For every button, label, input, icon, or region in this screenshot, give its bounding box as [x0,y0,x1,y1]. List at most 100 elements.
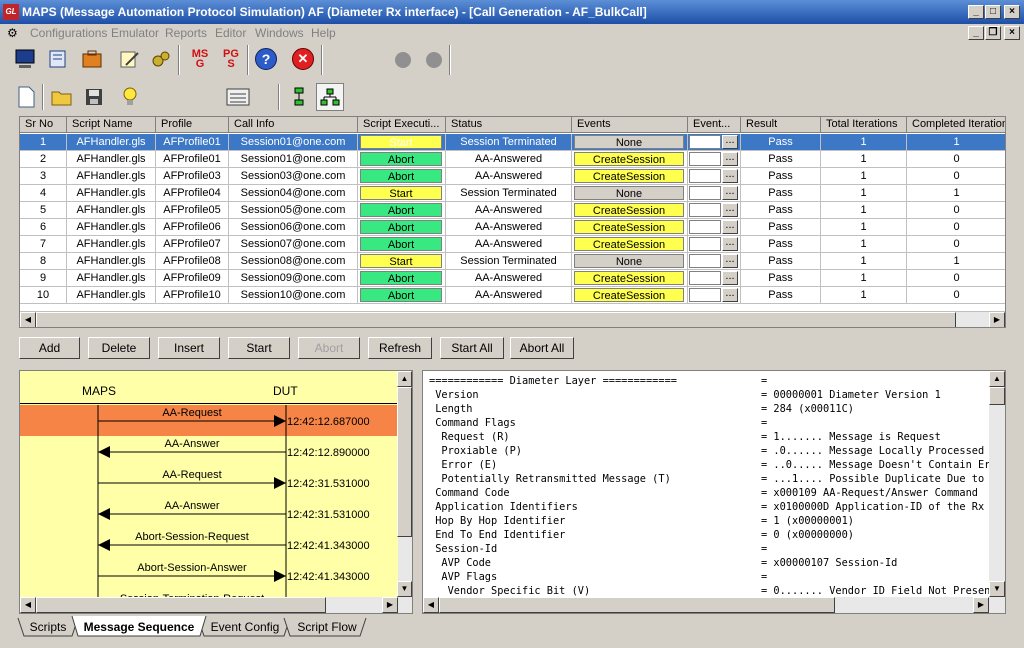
delete-button[interactable]: Delete [88,337,150,359]
lightbulb-icon[interactable] [116,83,144,111]
sequence-horizontal-scrollbar[interactable]: ◀ ▶ [20,597,412,613]
event-select-button[interactable]: CreateSession [574,237,684,251]
abort-script-button[interactable]: Abort [360,271,442,285]
event-detail-field[interactable] [689,186,721,200]
tab-script-flow[interactable]: Script Flow [292,618,362,638]
close-window-button[interactable]: × [1004,5,1020,19]
col-completed-iterations[interactable]: Completed Iterations [907,117,1005,133]
decode-field[interactable]: Length [429,402,472,416]
event-browse-button[interactable]: ... [722,186,738,200]
event-detail-field[interactable] [689,288,721,302]
event-browse-button[interactable]: ... [722,254,738,268]
decode-field[interactable]: Command Flags [429,416,516,430]
event-detail-field[interactable] [689,271,721,285]
event-browse-button[interactable]: ... [722,135,738,149]
table-row[interactable]: 3 AFHandler.gls AFProfile03 Session03@one.c… [20,168,1005,185]
save-icon[interactable] [80,83,108,111]
menu-emulator[interactable]: Emulator [111,26,159,40]
monitor-icon[interactable] [11,45,39,73]
help-icon[interactable]: ? [252,45,280,73]
event-detail-field[interactable] [689,254,721,268]
event-browse-button[interactable]: ... [722,169,738,183]
event-browse-button[interactable]: ... [722,288,738,302]
event-detail-field[interactable] [689,152,721,166]
event-detail-field[interactable] [689,237,721,251]
scroll-down-icon[interactable]: ▼ [397,581,412,597]
abort-script-button[interactable]: Abort [360,288,442,302]
table-row[interactable]: 9 AFHandler.gls AFProfile09 Session09@one.c… [20,270,1005,287]
decode-field[interactable]: Error (E) [429,458,497,472]
abort-script-button[interactable]: Abort [360,203,442,217]
table-row[interactable]: 1 AFHandler.gls AFProfile01 Session01@one.c… [20,134,1005,151]
maximize-button[interactable]: □ [985,5,1001,19]
scroll-left-icon[interactable]: ◀ [20,597,36,613]
start-script-button[interactable]: Start [360,186,442,200]
decode-field[interactable]: Application Identifiers [429,500,578,514]
decode-field[interactable]: Command Code [429,486,509,500]
event-browse-button[interactable]: ... [722,237,738,251]
event-select-button[interactable]: CreateSession [574,152,684,166]
table-row[interactable]: 5 AFHandler.gls AFProfile05 Session05@one.c… [20,202,1005,219]
event-detail-field[interactable] [689,135,721,149]
abort-script-button[interactable]: Abort [360,220,442,234]
scroll-thumb[interactable] [989,387,1005,405]
col-script-execution[interactable]: Script Executi... [358,117,446,133]
briefcase-icon[interactable] [78,45,106,73]
scroll-right-icon[interactable]: ▶ [382,597,398,613]
table-row[interactable]: 10 AFHandler.gls AFProfile10 Session10@one.… [20,287,1005,304]
event-select-button[interactable]: None [574,254,684,268]
abort-script-button[interactable]: Abort [360,152,442,166]
scroll-down-icon[interactable]: ▼ [989,581,1005,597]
decode-field[interactable]: Session-Id [429,542,497,556]
start-script-button[interactable]: Start [360,135,442,149]
start-button[interactable]: Start [228,337,290,359]
event-browse-button[interactable]: ... [722,203,738,217]
insert-button[interactable]: Insert [158,337,220,359]
menu-windows[interactable]: Windows [255,26,304,40]
scroll-thumb[interactable] [36,312,956,327]
sequence-message[interactable]: Abort-Session-Answer 12:42:41.343000 [98,562,370,583]
child-restore-button[interactable]: ❐ [985,26,1001,40]
decode-field[interactable]: Request (R) [429,430,509,444]
event-select-button[interactable]: CreateSession [574,203,684,217]
col-profile[interactable]: Profile [156,117,229,133]
tab-scripts[interactable]: Scripts [24,618,72,638]
tree-flow-icon[interactable] [316,83,344,111]
sequence-message[interactable]: Abort-Session-Request 12:42:41.343000 [98,531,370,552]
scroll-right-icon[interactable]: ▶ [989,312,1005,327]
decode-field[interactable]: Proxiable (P) [429,444,522,458]
abort-script-button[interactable]: Abort [360,169,442,183]
scroll-up-icon[interactable]: ▲ [989,371,1005,387]
list-view-icon[interactable] [224,83,252,111]
menu-help[interactable]: Help [311,26,336,40]
exit-icon[interactable]: ✕ [289,45,317,73]
event-select-button[interactable]: None [574,186,684,200]
scroll-up-icon[interactable]: ▲ [397,371,412,387]
refresh-button[interactable]: Refresh [368,337,432,359]
event-detail-field[interactable] [689,220,721,234]
tab-message-sequence[interactable]: Message Sequence [78,618,200,638]
sequence-message[interactable]: AA-Answer 12:42:12.890000 [98,438,370,459]
app-menu-icon[interactable]: ⚙ [7,26,18,40]
decode-field[interactable]: Potentially Retransmitted Message (T) [429,472,670,486]
decode-field[interactable]: AVP Code [429,556,491,570]
scroll-right-icon[interactable]: ▶ [973,597,989,613]
event-detail-field[interactable] [689,203,721,217]
notebook-icon[interactable] [44,45,72,73]
minimize-button[interactable]: _ [968,5,984,19]
col-result[interactable]: Result [741,117,821,133]
open-folder-icon[interactable] [48,83,76,111]
menu-editor[interactable]: Editor [215,26,246,40]
table-row[interactable]: 2 AFHandler.gls AFProfile01 Session01@one.c… [20,151,1005,168]
scroll-thumb[interactable] [36,597,326,613]
event-browse-button[interactable]: ... [722,152,738,166]
grid-horizontal-scrollbar[interactable]: ◀ ▶ [20,311,1005,327]
vertical-flow-icon[interactable] [285,83,313,111]
script-edit-icon[interactable] [115,45,143,73]
abort-all-button[interactable]: Abort All [510,337,574,359]
col-call-info[interactable]: Call Info [229,117,358,133]
col-total-iterations[interactable]: Total Iterations [821,117,907,133]
menu-reports[interactable]: Reports [165,26,207,40]
decode-vertical-scrollbar[interactable]: ▲ ▼ [989,371,1005,597]
event-select-button[interactable]: CreateSession [574,271,684,285]
